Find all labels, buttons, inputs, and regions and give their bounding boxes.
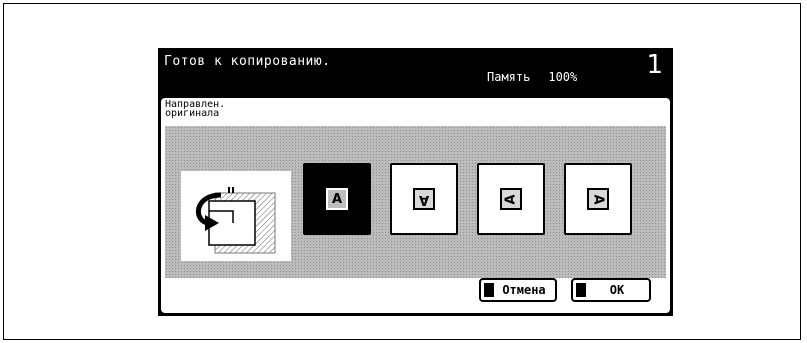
cancel-button-tab bbox=[484, 283, 494, 297]
memory-value: 100% bbox=[548, 70, 578, 84]
orientation-right-button[interactable]: A bbox=[564, 163, 632, 235]
orientation-upright-button[interactable]: A bbox=[303, 163, 371, 235]
options-area: A A A A bbox=[165, 126, 666, 278]
orientation-upside-down-button[interactable]: A bbox=[390, 163, 458, 235]
cancel-button[interactable]: Отмена bbox=[479, 278, 557, 302]
copy-count: 1 bbox=[646, 50, 663, 80]
memory-indicator: Память 100% bbox=[487, 70, 577, 84]
ok-button-label: OK bbox=[609, 283, 625, 297]
status-title: Готов к копированию. bbox=[164, 54, 331, 69]
ok-button-tab bbox=[576, 283, 586, 297]
ok-button[interactable]: OK bbox=[571, 278, 651, 302]
orientation-panel: Направлен. оригинала A A A A Отмена OK bbox=[161, 98, 670, 313]
control-panel-screen: Готов к копированию. Память 100% 1 Направ… bbox=[158, 48, 673, 316]
manual-page-frame: Готов к копированию. Память 100% 1 Направ… bbox=[3, 3, 801, 340]
orientation-left-icon: A bbox=[500, 188, 522, 210]
cancel-button-label: Отмена bbox=[502, 283, 546, 297]
memory-label: Память bbox=[487, 70, 531, 84]
section-label-line2: оригинала bbox=[165, 108, 220, 119]
orientation-right-icon: A bbox=[587, 188, 609, 210]
orientation-upright-icon: A bbox=[326, 188, 348, 210]
orientation-upside-down-icon: A bbox=[413, 188, 435, 210]
orientation-left-button[interactable]: A bbox=[477, 163, 545, 235]
section-label: Направлен. оригинала bbox=[163, 100, 668, 125]
original-feed-diagram bbox=[181, 171, 291, 261]
section-label-line1: Направлен. bbox=[165, 99, 226, 110]
original-feed-icon bbox=[196, 187, 276, 254]
